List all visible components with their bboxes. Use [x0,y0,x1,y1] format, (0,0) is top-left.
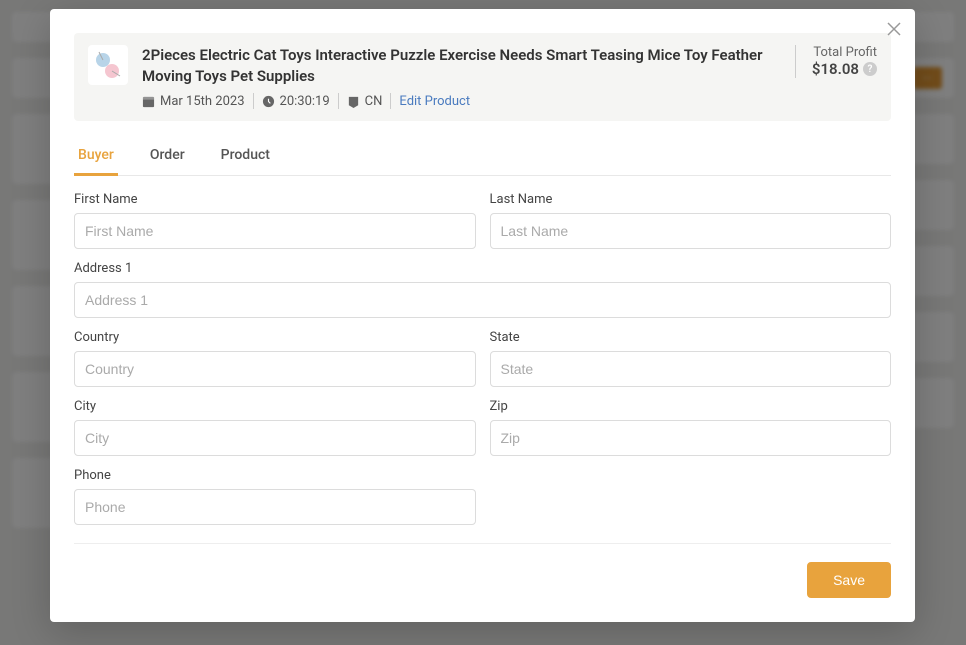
city-input[interactable] [74,420,476,456]
tab-order[interactable]: Order [146,139,189,175]
state-input[interactable] [490,351,892,387]
clock-icon [262,95,275,108]
last-name-input[interactable] [490,213,892,249]
first-name-input[interactable] [74,213,476,249]
help-icon[interactable]: ? [863,62,877,76]
country-input[interactable] [74,351,476,387]
country-label: Country [74,330,476,345]
product-thumbnail [88,45,128,85]
product-meta: Mar 15th 2023 20:30:19 CN Edit Product [142,93,781,109]
profit-value: $18.08 [812,60,859,78]
address1-label: Address 1 [74,261,891,276]
edit-product-link[interactable]: Edit Product [399,94,470,109]
save-button[interactable]: Save [807,562,891,598]
address1-input[interactable] [74,282,891,318]
zip-label: Zip [490,399,892,414]
order-origin: CN [365,94,383,109]
tab-buyer[interactable]: Buyer [74,139,118,176]
profit-block: Total Profit $18.08 ? [795,45,877,78]
phone-label: Phone [74,468,476,483]
order-edit-modal: 2Pieces Electric Cat Toys Interactive Pu… [50,9,915,622]
product-title: 2Pieces Electric Cat Toys Interactive Pu… [142,45,781,87]
state-label: State [490,330,892,345]
buyer-form: First Name Last Name Address 1 Country S… [74,192,891,525]
city-label: City [74,399,476,414]
tag-icon [347,95,360,108]
product-header: 2Pieces Electric Cat Toys Interactive Pu… [74,33,891,121]
zip-input[interactable] [490,420,892,456]
order-date: Mar 15th 2023 [160,94,245,109]
first-name-label: First Name [74,192,476,207]
tab-product[interactable]: Product [217,139,274,175]
last-name-label: Last Name [490,192,892,207]
phone-input[interactable] [74,489,476,525]
calendar-icon [142,95,155,108]
divider [74,543,891,544]
order-time: 20:30:19 [280,94,330,109]
close-icon[interactable] [887,21,901,40]
profit-label: Total Profit [812,45,877,60]
tabs: Buyer Order Product [74,139,891,176]
